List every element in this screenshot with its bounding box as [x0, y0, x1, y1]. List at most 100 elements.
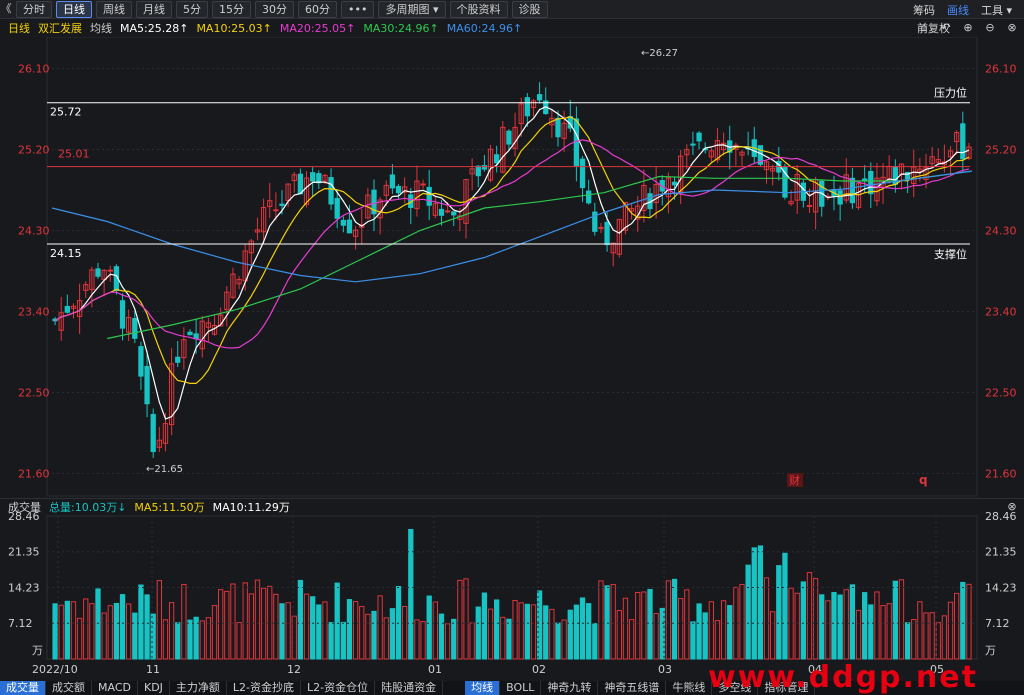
candle-body [279, 203, 285, 206]
volume-bar [782, 552, 788, 660]
indicator-tab-4[interactable]: 主力净额 [170, 681, 227, 695]
candle-body [671, 181, 678, 186]
indicator-tab-5[interactable]: L2-资金抄底 [227, 681, 302, 695]
volume-unit-right: 万 [985, 644, 996, 657]
volume-bar [414, 619, 420, 660]
volume-bar [113, 602, 120, 660]
indicator-tab-1[interactable]: 成交额 [46, 681, 92, 695]
lock-icon[interactable]: ⌂ [918, 22, 930, 34]
volume-bar [898, 579, 905, 660]
volume-tick-right: 7.12 [985, 617, 1010, 630]
volume-bar [371, 610, 377, 660]
volume-unit-left: 万 [32, 644, 43, 657]
volume-bar [837, 594, 843, 660]
period-tab-5[interactable]: 15分 [212, 0, 251, 18]
indicator-tab-8[interactable]: 均线 [465, 681, 501, 695]
draw-button[interactable]: 画线 [947, 2, 969, 18]
period-tab-7[interactable]: 60分 [298, 0, 337, 18]
volume-bar [690, 621, 696, 660]
volume-bar [586, 603, 592, 660]
tools-button[interactable]: 工具 ▾ [981, 2, 1012, 18]
volume-bar [904, 622, 911, 660]
volume-bar [95, 588, 101, 660]
indicator-tab-7[interactable]: 陆股通资金 [375, 681, 444, 695]
candle-body [438, 208, 445, 216]
indicator-tab-3[interactable]: KDJ [138, 681, 170, 695]
candle-body [334, 198, 340, 219]
volume-bar [819, 594, 825, 660]
chips-button[interactable]: 筹码 [913, 2, 935, 18]
indicator-tab-12[interactable]: 牛熊线 [666, 681, 713, 695]
indicator-tab-11[interactable]: 神奇五线谱 [598, 681, 667, 695]
minus-icon[interactable]: ⊖ [984, 22, 996, 34]
indicator-tab-6[interactable]: L2-资金仓位 [301, 681, 376, 695]
indicator-tab-9[interactable]: BOLL [500, 681, 542, 695]
volume-bar [389, 608, 396, 660]
period-tab-0[interactable]: 分时 [16, 0, 52, 18]
volume-bar [211, 605, 218, 660]
ma5-line [54, 106, 970, 420]
ma-label[interactable]: 均线 [90, 20, 112, 36]
undo-icon[interactable]: ↶ [940, 22, 952, 34]
volume-bar [494, 599, 500, 660]
candle-body [132, 317, 138, 339]
indicator-tab-2[interactable]: MACD [92, 681, 138, 695]
multi-period-button[interactable]: 多周期图 ▾ [378, 0, 446, 18]
candle-body [579, 158, 586, 189]
volume-bar [911, 618, 917, 660]
candle-body [475, 165, 481, 177]
period-tab-1[interactable]: 日线 [56, 0, 92, 18]
candle-body [273, 209, 279, 212]
volume-bar [518, 602, 524, 660]
volume-bar [549, 608, 555, 660]
volume-bar [874, 591, 880, 660]
level-label-left: 24.15 [50, 247, 82, 260]
watermark: www.ddgp.net [708, 660, 978, 695]
close-icon[interactable]: ⊗ [1006, 22, 1018, 34]
stock-name: 双汇发展 [38, 22, 82, 35]
price-tick-right: 24.30 [985, 225, 1017, 238]
candle-body [420, 183, 426, 186]
volume-bar [175, 622, 181, 660]
stock-info-button[interactable]: 个股资料 [449, 0, 508, 18]
level-label-left: 25.01 [58, 148, 90, 161]
volume-bar [83, 598, 89, 660]
period-tab-6[interactable]: 30分 [255, 0, 294, 18]
candle-body [310, 172, 316, 182]
period-tab-2[interactable]: 周线 [96, 0, 132, 18]
volume-bar [635, 591, 641, 660]
volume-bar [402, 605, 408, 660]
more-button[interactable]: ••• [341, 0, 375, 18]
volume-bar [622, 597, 629, 660]
volume-bar [573, 604, 580, 660]
volume-bar [248, 593, 254, 660]
volume-bar [739, 583, 745, 660]
diagnose-button[interactable]: 诊股 [511, 0, 548, 18]
volume-bar [567, 609, 573, 660]
price-tick-right: 22.50 [985, 387, 1017, 400]
indicator-tab-10[interactable]: 神奇九转 [541, 681, 599, 695]
candle-body [506, 130, 512, 145]
q-marker: q [919, 473, 928, 487]
candle-body [107, 269, 113, 272]
candle-body [524, 97, 530, 117]
volume-bar [52, 603, 58, 660]
volume-close-icon[interactable]: ⊗ [1006, 501, 1018, 513]
volume-bar [334, 582, 340, 660]
volume-bar [579, 597, 586, 660]
volume-bar [187, 619, 193, 660]
candle-body [395, 185, 402, 194]
indicator-tab-0[interactable]: 成交量 [0, 681, 46, 695]
volume-bar [346, 599, 353, 660]
candle-body [849, 177, 856, 204]
back-icon[interactable]: 《 [0, 3, 12, 15]
kline-chart[interactable]: 26.10 26.10 25.20 25.20 24.30 24.30 23.40 23.40… [0, 37, 1024, 681]
period-tab-3[interactable]: 月线 [136, 0, 172, 18]
plus-icon[interactable]: ⊕ [962, 22, 974, 34]
price-tick-left: 24.30 [18, 225, 50, 238]
volume-bar [849, 584, 856, 660]
volume-bar [438, 613, 445, 660]
period-tab-4[interactable]: 5分 [176, 0, 208, 18]
level-label-left: 25.72 [50, 106, 82, 119]
volume-bar [254, 579, 261, 660]
